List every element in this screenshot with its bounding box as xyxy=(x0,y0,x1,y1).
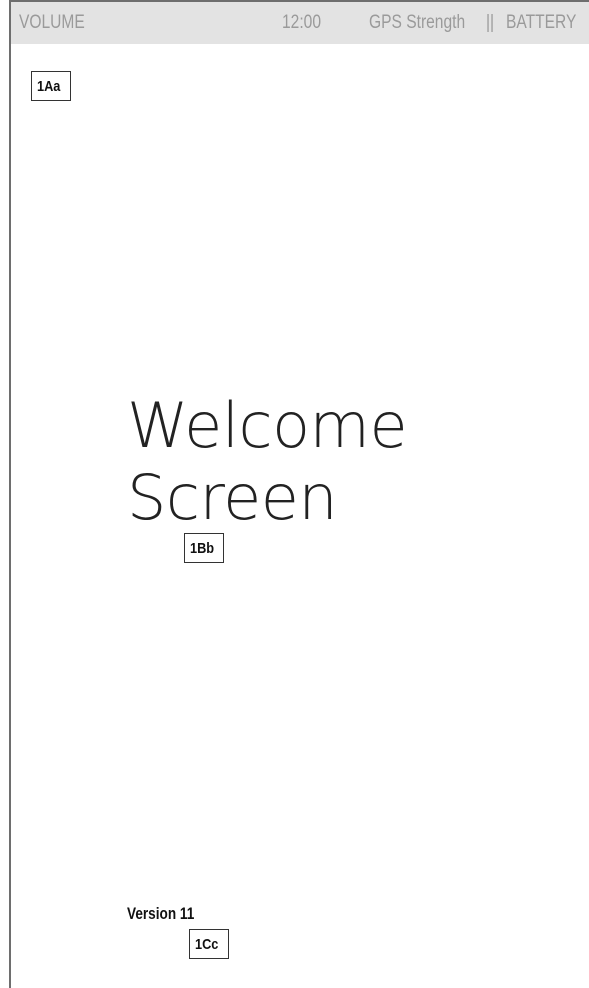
status-time: 12:00 xyxy=(282,12,321,33)
annotation-tag-label: 1Bb xyxy=(190,540,215,557)
status-bar: VOLUME 12:00 GPS Strength || BATTERY xyxy=(11,2,589,44)
version-label: Version 11 xyxy=(127,904,195,923)
annotation-tag-label: 1Aa xyxy=(37,78,61,95)
annotation-tag-1cc: 1Cc xyxy=(189,929,229,959)
welcome-title: Welcome Screen xyxy=(127,389,408,534)
phone-screen: VOLUME 12:00 GPS Strength || BATTERY 1Aa… xyxy=(9,0,589,988)
annotation-tag-1aa: 1Aa xyxy=(31,71,71,101)
annotation-tag-1bb: 1Bb xyxy=(184,533,225,563)
status-separator: || xyxy=(486,12,495,33)
status-gps-strength: GPS Strength xyxy=(369,12,466,33)
status-battery: BATTERY xyxy=(506,12,577,33)
status-volume: VOLUME xyxy=(19,12,85,33)
annotation-tag-label: 1Cc xyxy=(195,936,219,953)
